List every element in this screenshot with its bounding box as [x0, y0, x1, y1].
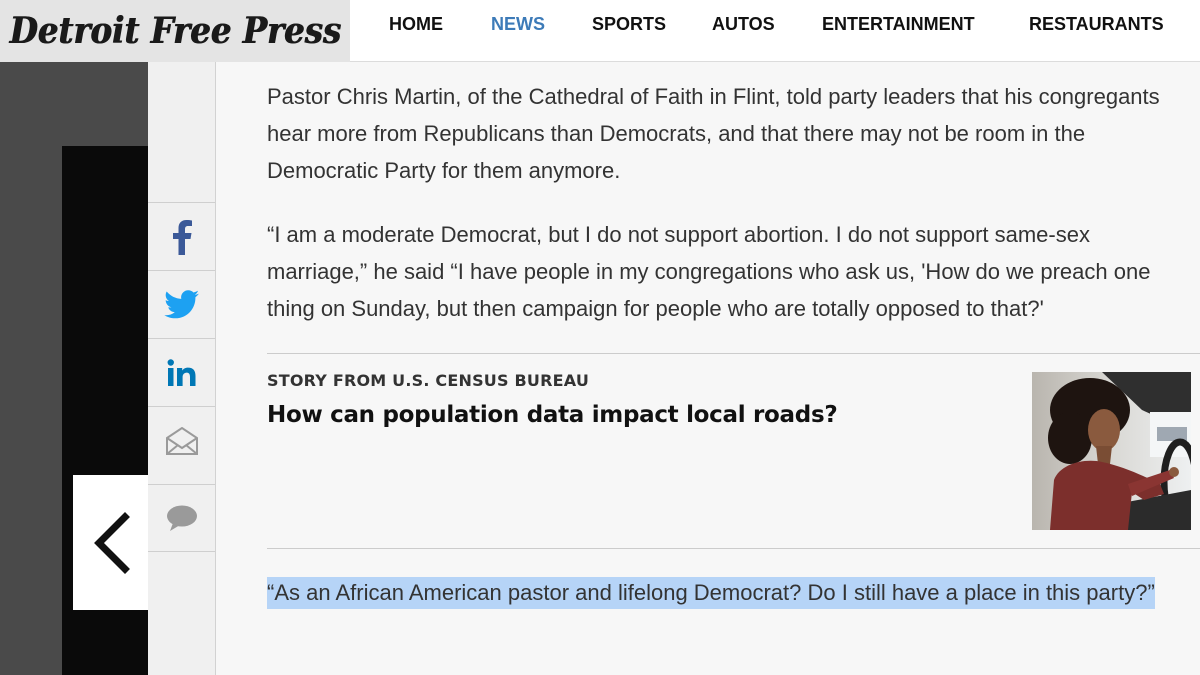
twitter-icon	[163, 289, 199, 318]
article-body: Pastor Chris Martin, of the Cathedral of…	[216, 62, 1200, 675]
chevron-left-icon	[93, 511, 130, 574]
share-comment-button[interactable]	[148, 484, 215, 552]
promo-bottom-divider	[267, 548, 1200, 549]
nav-restaurants[interactable]: RESTAURANTS	[1029, 14, 1164, 35]
gallery-prev-button[interactable]	[73, 475, 148, 610]
nav-entertainment[interactable]: ENTERTAINMENT	[822, 14, 975, 35]
highlighted-quote: “As an African American pastor and lifel…	[267, 574, 1187, 611]
share-email-button[interactable]	[148, 406, 215, 474]
comment-icon	[166, 505, 197, 531]
share-twitter-button[interactable]	[148, 270, 215, 338]
promo-sponsor-label: STORY FROM U.S. CENSUS BUREAU	[267, 371, 590, 390]
share-facebook-button[interactable]	[148, 202, 215, 270]
email-icon	[165, 426, 198, 455]
selected-text[interactable]: “As an African American pastor and lifel…	[267, 577, 1155, 609]
nav-autos[interactable]: AUTOS	[712, 14, 775, 35]
nav-sports[interactable]: SPORTS	[592, 14, 666, 35]
article-paragraph: “I am a moderate Democrat, but I do not …	[267, 222, 1151, 321]
main-nav: HOME NEWS SPORTS AUTOS ENTERTAINMENT RES…	[350, 0, 1200, 52]
woman-driving-image	[1032, 372, 1191, 530]
share-toolbar	[148, 62, 216, 675]
nav-home[interactable]: HOME	[389, 14, 443, 35]
promo-thumbnail[interactable]	[1032, 372, 1191, 530]
site-header: Detroit Free Press HOME NEWS SPORTS AUTO…	[0, 0, 1200, 62]
promo-headline-link[interactable]: How can population data impact local roa…	[267, 402, 838, 428]
logo-text: Detroit Free Press	[9, 10, 341, 52]
linkedin-icon	[167, 358, 195, 386]
share-linkedin-button[interactable]	[148, 338, 215, 406]
site-logo[interactable]: Detroit Free Press	[0, 0, 350, 62]
article-paragraph: Pastor Chris Martin, of the Cathedral of…	[267, 84, 1160, 183]
promo-top-divider	[267, 353, 1200, 354]
facebook-icon	[172, 219, 192, 255]
nav-news[interactable]: NEWS	[491, 14, 545, 35]
